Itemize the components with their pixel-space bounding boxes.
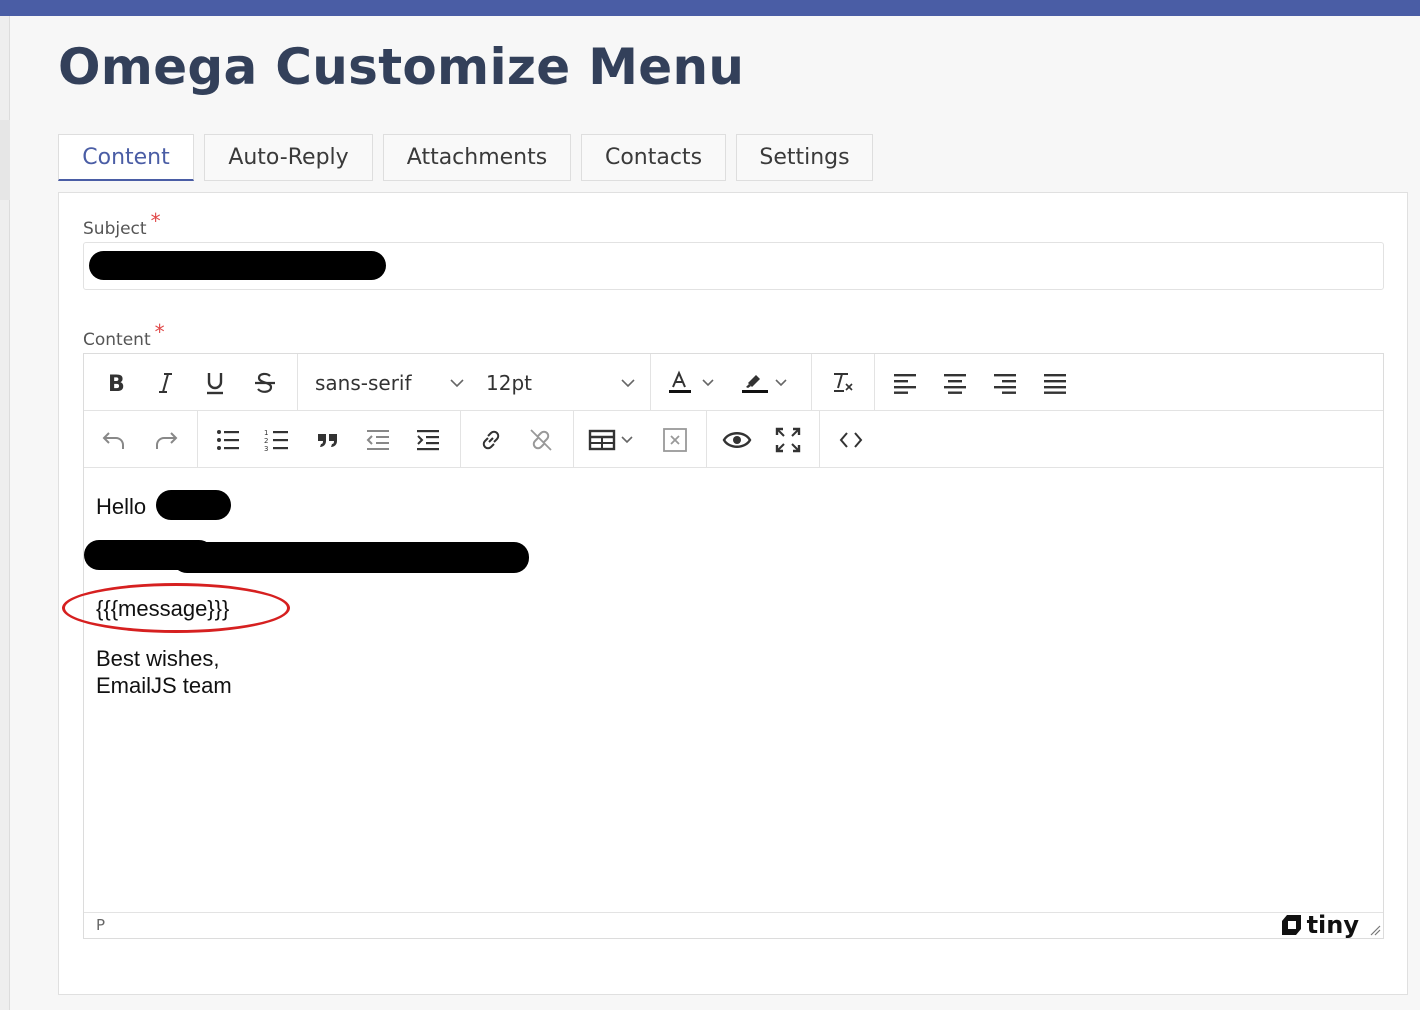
preview-icon[interactable] xyxy=(721,424,753,456)
svg-text:1: 1 xyxy=(264,429,268,437)
font-size-value: 12pt xyxy=(486,371,532,395)
numbered-list-icon[interactable]: 123 xyxy=(261,424,293,456)
left-sidebar-marker xyxy=(0,120,10,200)
indent-icon[interactable] xyxy=(412,424,444,456)
font-family-select[interactable]: sans-serif xyxy=(315,367,465,399)
tiny-brand[interactable]: tiny xyxy=(1281,911,1359,939)
content-label-text: Content xyxy=(83,330,151,350)
greeting-text: Hello xyxy=(96,494,147,519)
chevron-down-icon xyxy=(450,379,464,388)
required-asterisk: * xyxy=(154,320,165,344)
element-path[interactable]: P xyxy=(96,916,105,934)
outdent-icon[interactable] xyxy=(362,424,394,456)
editor-content-area[interactable]: Hello {{{message}}} Best wishes, EmailJS… xyxy=(84,468,1383,912)
chevron-down-icon xyxy=(775,379,787,387)
chevron-down-icon xyxy=(702,379,714,387)
undo-icon[interactable] xyxy=(98,424,130,456)
signature-line: EmailJS team xyxy=(96,673,232,698)
tab-attachments[interactable]: Attachments xyxy=(383,134,571,181)
editor-status-bar: P tiny xyxy=(84,911,1383,939)
red-annotation-ellipse xyxy=(62,583,290,633)
justify-icon[interactable] xyxy=(1039,367,1071,399)
subject-input[interactable] xyxy=(83,242,1384,290)
page-title: Omega Customize Menu xyxy=(58,38,745,96)
signoff-line: Best wishes, xyxy=(96,646,220,671)
tab-contacts[interactable]: Contacts xyxy=(581,134,726,181)
editor-toolbar-row-1: B sans-serif 12pt xyxy=(84,354,1383,411)
resize-handle-icon[interactable] xyxy=(1369,924,1381,936)
italic-icon[interactable] xyxy=(150,367,182,399)
blockquote-icon[interactable] xyxy=(312,424,344,456)
highlight-button[interactable] xyxy=(740,367,804,399)
chevron-down-icon xyxy=(621,379,635,388)
svg-text:B: B xyxy=(108,372,125,394)
required-asterisk: * xyxy=(150,209,161,233)
font-size-select[interactable]: 12pt xyxy=(486,367,636,399)
align-right-icon[interactable] xyxy=(989,367,1021,399)
editor-toolbar-row-2: 123 xyxy=(84,411,1383,468)
rich-text-editor: B sans-serif 12pt 1 2 3 Hello {{{message… xyxy=(83,353,1384,939)
svg-text:3: 3 xyxy=(264,445,268,452)
svg-text:2: 2 xyxy=(264,437,268,445)
redaction-bar xyxy=(89,251,386,280)
align-center-icon[interactable] xyxy=(939,367,971,399)
table-icon xyxy=(588,429,616,451)
tiny-brand-text: tiny xyxy=(1306,911,1359,939)
redo-icon[interactable] xyxy=(150,424,182,456)
highlight-icon xyxy=(742,375,768,393)
tab-auto-reply[interactable]: Auto-Reply xyxy=(204,134,373,181)
remove-table-icon[interactable] xyxy=(659,424,691,456)
text-color-icon xyxy=(669,370,691,393)
greeting-line: Hello xyxy=(96,494,146,520)
text-color-button[interactable] xyxy=(667,367,727,399)
fullscreen-icon[interactable] xyxy=(772,424,804,456)
strikethrough-icon[interactable] xyxy=(249,367,281,399)
tab-settings[interactable]: Settings xyxy=(736,134,873,181)
source-code-icon[interactable] xyxy=(835,424,867,456)
link-icon[interactable] xyxy=(475,424,507,456)
chevron-down-icon xyxy=(621,436,633,444)
subject-label: Subject * xyxy=(83,209,161,239)
top-bar xyxy=(0,0,1420,16)
bold-icon[interactable]: B xyxy=(100,367,132,399)
clear-formatting-icon[interactable] xyxy=(827,367,859,399)
redaction-bar xyxy=(172,542,529,573)
redaction-blob xyxy=(156,490,231,520)
tiny-logo-icon xyxy=(1281,915,1301,935)
underline-icon[interactable] xyxy=(199,367,231,399)
align-left-icon[interactable] xyxy=(889,367,921,399)
bullet-list-icon[interactable] xyxy=(212,424,244,456)
content-label: Content * xyxy=(83,320,165,350)
table-button[interactable] xyxy=(588,424,644,456)
subject-label-text: Subject xyxy=(83,219,147,239)
font-family-value: sans-serif xyxy=(315,371,412,395)
tab-content[interactable]: Content xyxy=(58,134,194,181)
unlink-icon[interactable] xyxy=(525,424,557,456)
